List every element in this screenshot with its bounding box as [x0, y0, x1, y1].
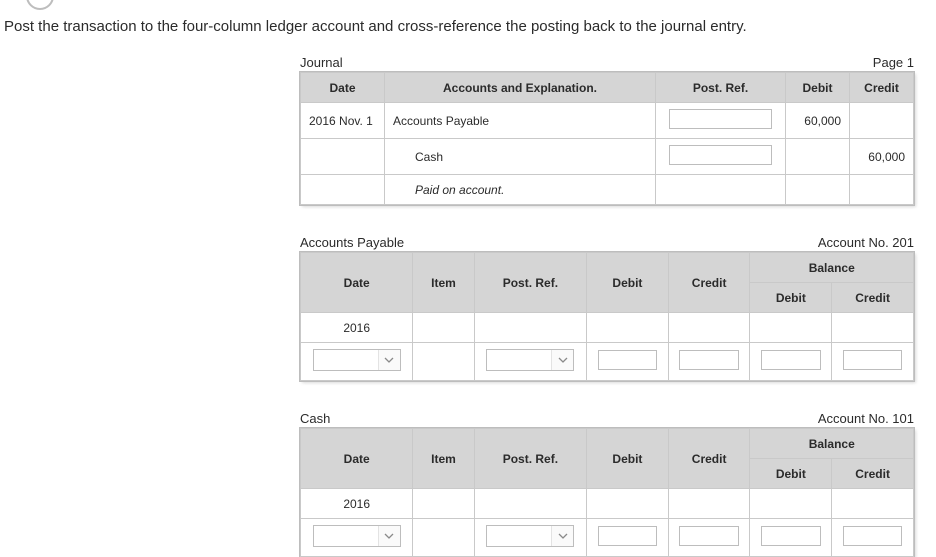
cash-bal-debit-input-cell — [750, 519, 832, 557]
journal-row-credit — [850, 103, 914, 139]
journal-row-postref-cell — [656, 175, 786, 205]
ledger-header-item: Item — [413, 253, 474, 313]
balance-debit-input[interactable] — [761, 350, 821, 370]
debit-input[interactable] — [598, 350, 658, 370]
journal-table: Date Accounts and Explanation. Post. Ref… — [300, 72, 914, 205]
chevron-down-icon — [378, 350, 400, 370]
journal-row-debit — [786, 139, 850, 175]
cash-credit-input-cell — [668, 519, 750, 557]
ledger-header-debit: Debit — [587, 429, 669, 489]
ledger-header-balance-credit: Credit — [832, 283, 914, 313]
journal-header-credit: Credit — [850, 73, 914, 103]
postref-input[interactable] — [669, 109, 773, 129]
ap-bal-debit-cell — [750, 313, 832, 343]
cash-postref-cell — [474, 489, 586, 519]
journal-header-postref: Post. Ref. — [656, 73, 786, 103]
journal-row-account: Accounts Payable — [385, 103, 656, 139]
ap-bal-debit-input-cell — [750, 343, 832, 381]
journal-row-postref-cell — [656, 139, 786, 175]
journal-page: Page 1 — [873, 55, 914, 70]
credit-input[interactable] — [679, 350, 739, 370]
date-dropdown[interactable] — [313, 349, 401, 371]
ledger-header-debit: Debit — [587, 253, 669, 313]
journal-row-credit — [850, 175, 914, 205]
ap-postref-input-cell — [474, 343, 586, 381]
ledger-header-credit: Credit — [668, 429, 750, 489]
cash-postref-input-cell — [474, 519, 586, 557]
ap-credit-cell — [668, 313, 750, 343]
ledger-header-postref: Post. Ref. — [474, 253, 586, 313]
ap-date-input-cell — [301, 343, 413, 381]
cash-year: 2016 — [301, 489, 413, 519]
ap-bal-credit-cell — [832, 313, 914, 343]
ledger-header-date: Date — [301, 429, 413, 489]
chevron-down-icon — [378, 526, 400, 546]
balance-credit-input[interactable] — [843, 350, 903, 370]
ledger-header-postref: Post. Ref. — [474, 429, 586, 489]
cash-bal-debit-cell — [750, 489, 832, 519]
journal-row-date — [301, 175, 385, 205]
journal-title: Journal — [300, 55, 343, 70]
cash-debit-cell — [587, 489, 669, 519]
ap-postref-cell — [474, 313, 586, 343]
chevron-down-icon — [551, 350, 573, 370]
credit-input[interactable] — [679, 526, 739, 546]
ledger-header-balance: Balance — [750, 253, 914, 283]
ledger-header-date: Date — [301, 253, 413, 313]
journal-row-account: Paid on account. — [385, 175, 656, 205]
cash-bal-credit-input-cell — [832, 519, 914, 557]
journal-header-accounts: Accounts and Explanation. — [385, 73, 656, 103]
journal-header-date: Date — [301, 73, 385, 103]
postref-input[interactable] — [669, 145, 773, 165]
cash-account-no: Account No. 101 — [818, 411, 914, 426]
journal-row-account: Cash — [385, 139, 656, 175]
journal-row-credit: 60,000 — [850, 139, 914, 175]
balance-credit-input[interactable] — [843, 526, 903, 546]
cash-date-input-cell — [301, 519, 413, 557]
date-dropdown[interactable] — [313, 525, 401, 547]
postref-dropdown[interactable] — [486, 349, 574, 371]
ledger-header-balance-debit: Debit — [750, 283, 832, 313]
journal-row-debit: 60,000 — [786, 103, 850, 139]
ledger-header-balance: Balance — [750, 429, 914, 459]
debit-input[interactable] — [598, 526, 658, 546]
cash-bal-credit-cell — [832, 489, 914, 519]
ledger-header-item: Item — [413, 429, 474, 489]
cash-debit-input-cell — [587, 519, 669, 557]
cash-item-input-cell — [413, 519, 474, 557]
cash-title: Cash — [300, 411, 330, 426]
cash-ledger-table: Date Item Post. Ref. Debit Credit Balanc… — [300, 428, 914, 557]
journal-row-postref-cell — [656, 103, 786, 139]
journal-header-debit: Debit — [786, 73, 850, 103]
ledger-header-credit: Credit — [668, 253, 750, 313]
ap-item-input-cell — [413, 343, 474, 381]
ap-year: 2016 — [301, 313, 413, 343]
ledger-header-balance-credit: Credit — [832, 459, 914, 489]
journal-row-debit — [786, 175, 850, 205]
postref-dropdown[interactable] — [486, 525, 574, 547]
chevron-down-icon — [551, 526, 573, 546]
cash-item-cell — [413, 489, 474, 519]
ap-bal-credit-input-cell — [832, 343, 914, 381]
balance-debit-input[interactable] — [761, 526, 821, 546]
journal-row-date — [301, 139, 385, 175]
instruction-text: Post the transaction to the four-column … — [4, 18, 936, 35]
ap-title: Accounts Payable — [300, 235, 404, 250]
journal-row-date: 2016 Nov. 1 — [301, 103, 385, 139]
ap-account-no: Account No. 201 — [818, 235, 914, 250]
ap-debit-cell — [587, 313, 669, 343]
ledger-header-balance-debit: Debit — [750, 459, 832, 489]
ap-item-cell — [413, 313, 474, 343]
cash-credit-cell — [668, 489, 750, 519]
ap-credit-input-cell — [668, 343, 750, 381]
ap-debit-input-cell — [587, 343, 669, 381]
ap-ledger-table: Date Item Post. Ref. Debit Credit Balanc… — [300, 252, 914, 381]
step-indicator-circle — [26, 0, 54, 10]
